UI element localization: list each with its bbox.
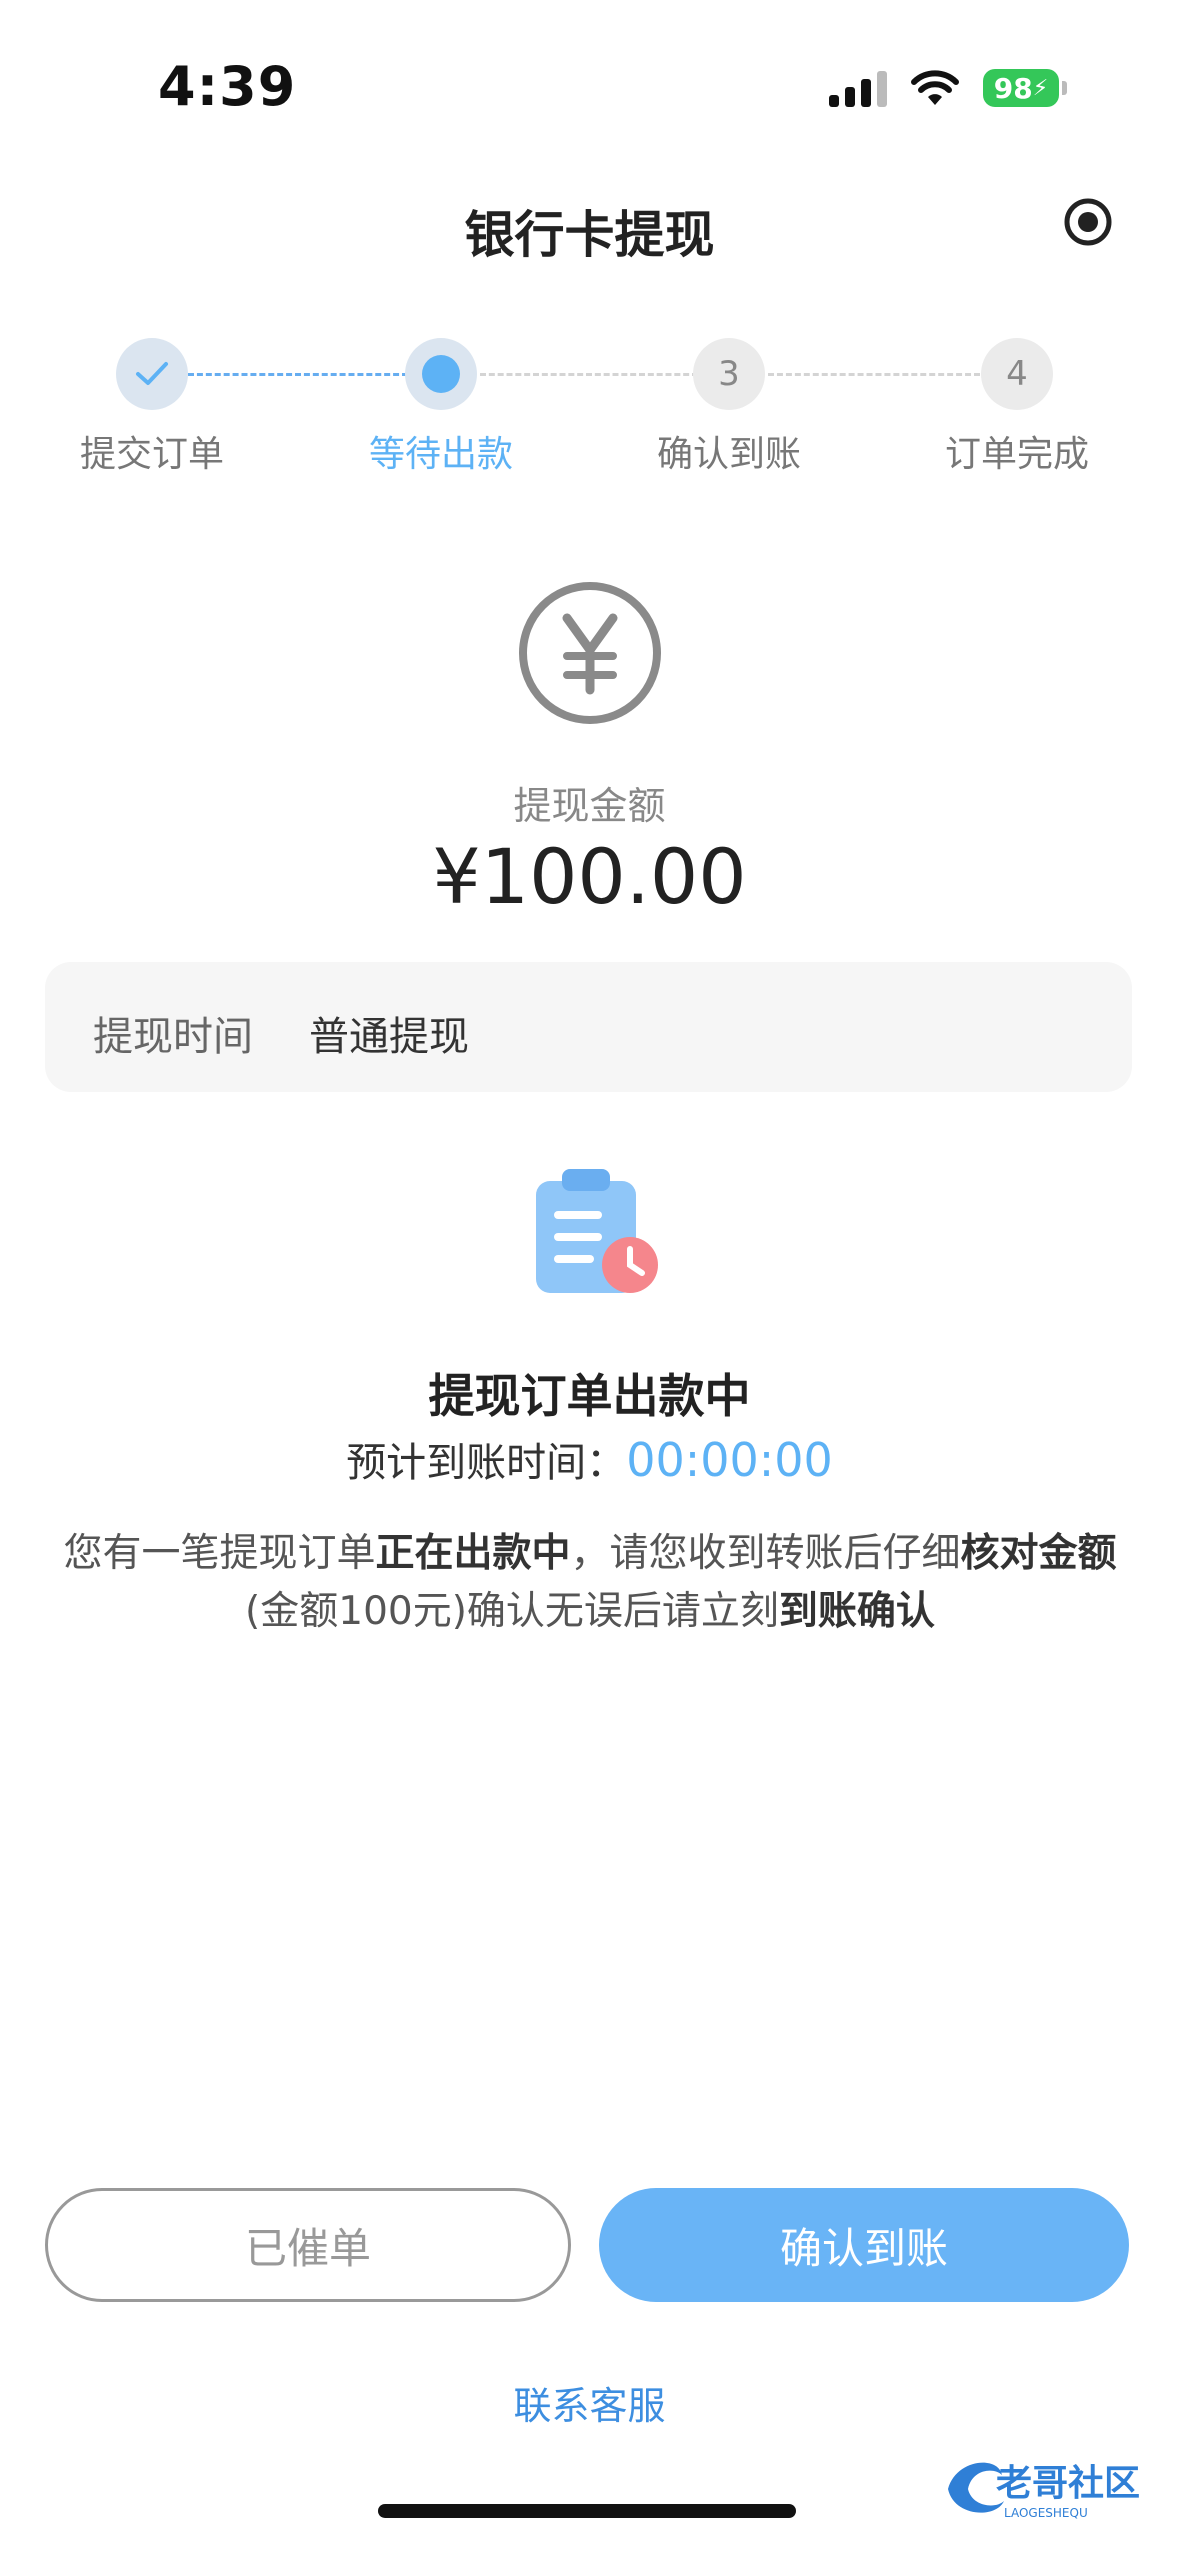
home-indicator (378, 2504, 796, 2518)
record-icon[interactable] (1063, 197, 1113, 247)
desc-emphasis: 到账确认 (778, 1589, 935, 1634)
eta-label: 预计到账时间： (346, 1440, 627, 1486)
withdraw-time-value: 普通提现 (309, 1014, 469, 1060)
status-description: 您有一笔提现订单正在出款中，请您收到转账后仔细核对金额 (金额100元)确认无误后… (55, 1525, 1125, 1641)
amount-value: ¥100.00 (432, 832, 747, 921)
desc-part: ，请您收到转账后仔细 (570, 1531, 961, 1576)
status-time: 4:39 (158, 55, 297, 118)
dragon-logo-icon: 老哥社区 LAOGESHEQU (948, 2462, 1140, 2520)
withdraw-time-label: 提现时间 (93, 1014, 253, 1060)
amount-label: 提现金额 (513, 784, 666, 828)
step-connector (768, 373, 980, 376)
step-1-label: 提交订单 (79, 434, 224, 475)
confirm-received-button[interactable]: 确认到账 (599, 2188, 1129, 2302)
step-2-label: 等待出款 (368, 434, 513, 475)
desc-emphasis: 核对金额 (960, 1531, 1117, 1576)
check-icon (136, 362, 168, 385)
desc-emphasis: 正在出款中 (375, 1531, 571, 1576)
step-1-marker (116, 338, 188, 410)
step-3-marker: 3 (693, 338, 765, 410)
battery-icon: 98 ⚡ (983, 69, 1067, 107)
cellular-signal-icon (829, 69, 887, 107)
step-4-label: 订单完成 (944, 434, 1089, 475)
urge-order-button[interactable]: 已催单 (45, 2188, 571, 2302)
svg-text:老哥社区: 老哥社区 (996, 2463, 1140, 2504)
desc-part: 您有一笔提现订单 (63, 1531, 376, 1576)
desc-part: (金额100元)确认无误后请立刻 (245, 1589, 779, 1634)
withdraw-time-row: 提现时间 普通提现 (45, 962, 1132, 1092)
svg-text:LAOGESHEQU: LAOGESHEQU (1004, 2506, 1088, 2520)
page-title: 银行卡提现 (464, 206, 715, 264)
step-2-marker (405, 338, 477, 410)
status-icons: 98 ⚡ (829, 62, 1067, 114)
watermark-logo: 老哥社区 LAOGESHEQU (938, 2445, 1158, 2525)
clipboard-clock-icon (536, 1169, 658, 1293)
step-connector (188, 373, 408, 376)
wifi-icon (911, 70, 959, 105)
status-title: 提现订单出款中 (428, 1369, 751, 1423)
eta-value: 00:00:00 (626, 1433, 833, 1487)
battery-level: 98 (993, 71, 1033, 105)
step-4-marker: 4 (981, 338, 1053, 410)
contact-support-link[interactable]: 联系客服 (0, 2375, 1179, 2430)
yuan-icon (519, 582, 661, 724)
current-step-dot (422, 355, 460, 393)
step-connector (480, 373, 698, 376)
eta-line: 预计到账时间：00:00:00 (0, 1430, 1179, 1488)
step-3-label: 确认到账 (656, 434, 801, 475)
